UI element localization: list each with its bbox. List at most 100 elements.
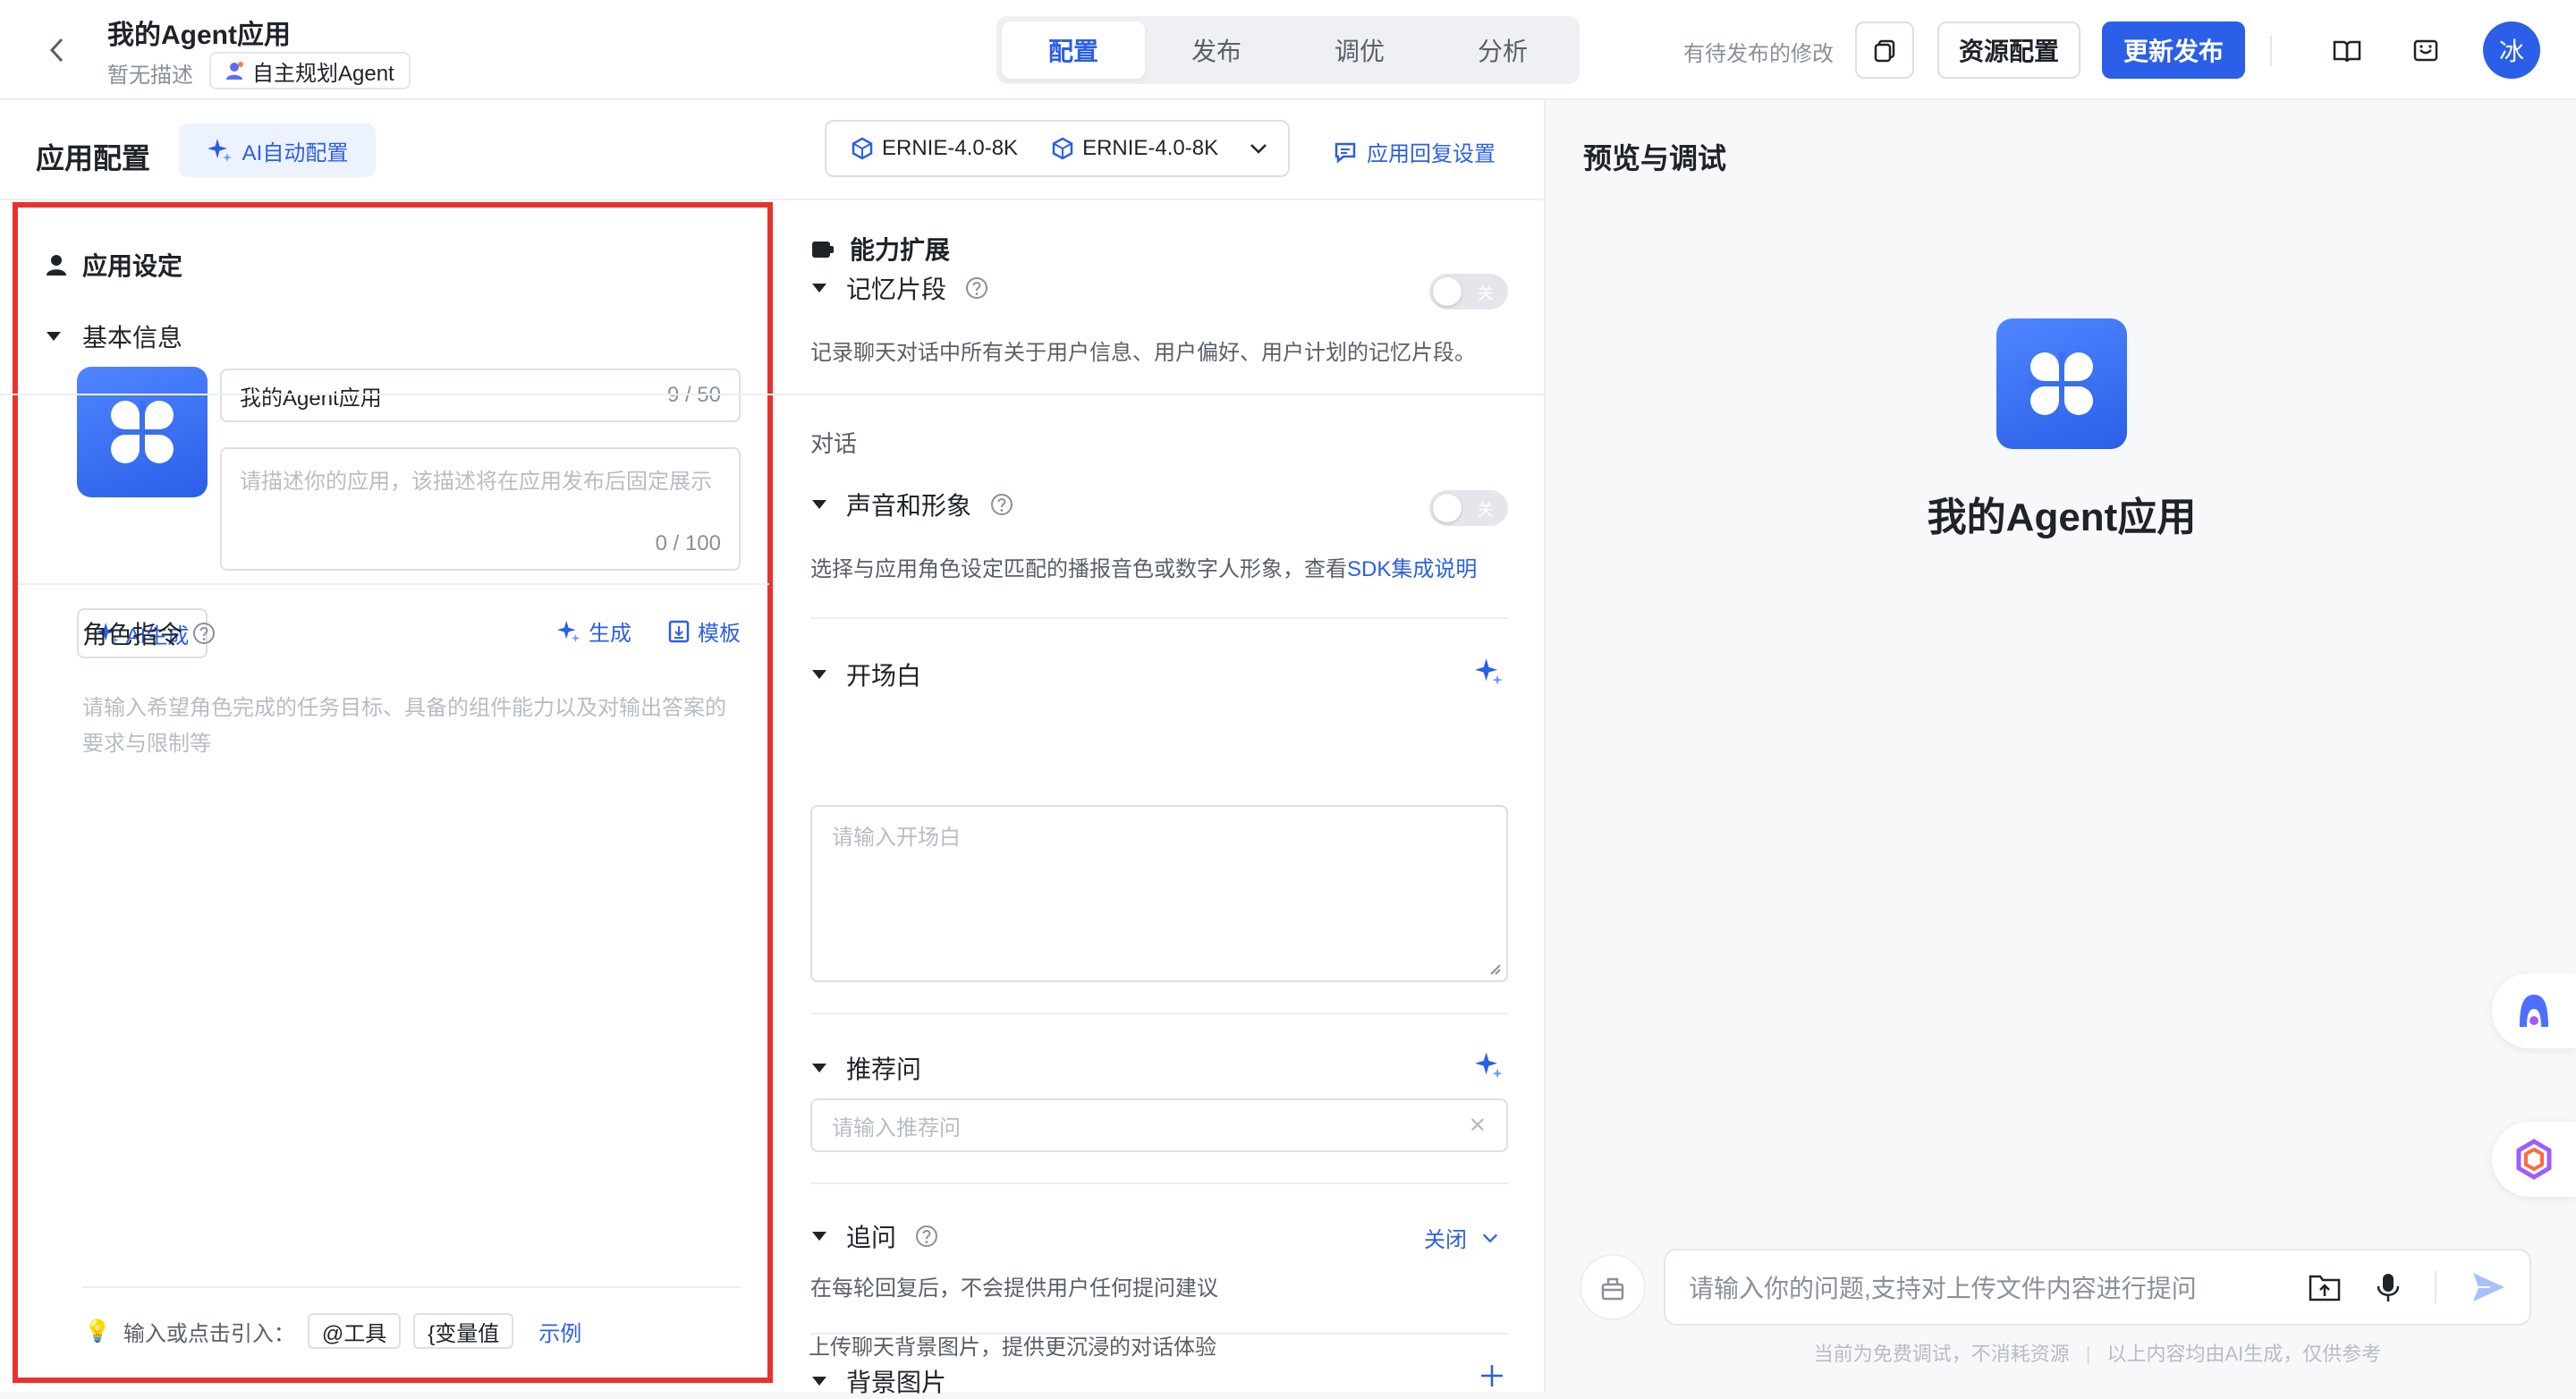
feedback-button[interactable] [2408,34,2444,70]
header-divider [2270,36,2272,66]
app-desc-input[interactable]: 请描述你的应用，该描述将在应用发布后固定展示 0 / 100 [220,447,741,571]
app-name-input[interactable]: 我的Agent应用 9 / 50 [220,369,741,422]
app-desc-count: 0 / 100 [655,531,721,555]
assistant-float-button[interactable] [2492,973,2576,1048]
hexagon-logo-icon [2516,1139,2552,1180]
microphone-icon[interactable] [2376,1271,2401,1303]
broom-icon [1601,1277,1624,1301]
opening-placeholder: 请输入开场白 [832,826,961,850]
app-setting-title: 应用设定 [82,252,183,280]
memory-switch[interactable]: 关 [1429,274,1508,309]
background-toggle-row[interactable]: 背景图片 [810,1363,946,1399]
help-icon[interactable] [914,1224,939,1249]
switch-knob [1433,277,1462,306]
chat-input-placeholder: 请输入你的问题,支持对上传文件内容进行提问 [1689,1275,2197,1302]
basic-info-title: 基本信息 [82,324,183,352]
upload-file-icon[interactable] [2308,1271,2342,1303]
followup-status-select[interactable]: 关闭 [1424,1222,1499,1253]
tab-publish[interactable]: 发布 [1145,21,1288,79]
user-avatar[interactable]: 冰 [2483,21,2540,79]
chevron-down-icon [1250,144,1267,154]
chat-input[interactable]: 请输入你的问题,支持对上传文件内容进行提问 [1664,1249,2531,1326]
help-icon[interactable] [191,621,216,646]
recommend-placeholder: 请输入推荐问 [832,1115,961,1140]
config-divider [0,199,1546,200]
copy-button[interactable] [1855,21,1914,79]
app-icon[interactable] [77,367,208,497]
voice-desc: 选择与应用角色设定匹配的播报音色或数字人形象，查看SDK集成说明 [810,551,1477,582]
tab-analysis[interactable]: 分析 [1431,21,1574,79]
memory-toggle-row[interactable]: 记忆片段 [810,270,989,306]
sparkle-icon [207,139,232,162]
caret-down-icon [812,1232,826,1241]
role-template-button[interactable]: 模板 [667,615,741,647]
caret-down-icon [47,332,61,341]
switch-knob [1433,494,1462,522]
voice-toggle-row[interactable]: 声音和形象 [810,487,1014,522]
sparkle-icon[interactable] [1474,1050,1504,1081]
help-icon[interactable] [989,492,1014,517]
chevron-left-icon [49,38,64,63]
app-name-count: 9 / 50 [666,383,721,407]
back-button[interactable] [39,32,75,68]
app-description: 暂无描述 [107,64,193,88]
caret-down-icon [812,670,826,679]
plugin-float-button[interactable] [2492,1122,2576,1197]
model-select[interactable]: ERNIE-4.0-8K ERNIE-4.0-8K [825,120,1290,177]
recommend-divider [810,1183,1508,1184]
agent-type-tag: 自主规划Agent [209,52,411,89]
docs-button[interactable] [2329,34,2365,70]
recommend-toggle-row[interactable]: 推荐问 [810,1050,921,1086]
ability-title: 能力扩展 [850,236,951,264]
caret-down-icon [812,500,826,509]
insert-variable-chip[interactable]: {变量值 [413,1313,514,1349]
example-link[interactable]: 示例 [538,1316,581,1347]
ai-auto-config-button[interactable]: AI自动配置 [179,123,376,177]
sparkle-icon[interactable] [1474,657,1504,687]
feedback-icon [2413,39,2438,62]
voice-switch[interactable]: 关 [1429,490,1508,526]
update-publish-button[interactable]: 更新发布 [2102,21,2245,79]
app-setting-section: 应用设定 基本信息 AI生成 我的Agent应用 9 / 50 请描述你的应用，… [13,202,773,1383]
model-cube-icon [852,137,873,160]
book-icon [2333,40,2361,63]
clear-chat-button[interactable] [1580,1254,1646,1320]
tab-tune[interactable]: 调优 [1288,21,1431,79]
plugin-icon [812,242,834,258]
caret-down-icon [812,1377,826,1386]
reply-settings-link[interactable]: 应用回复设置 [1333,136,1496,167]
plus-icon[interactable] [1479,1363,1504,1388]
opening-toggle-row[interactable]: 开场白 [810,657,921,692]
followup-toggle-row[interactable]: 追问 [810,1218,939,1254]
sdk-doc-link[interactable]: SDK集成说明 [1347,557,1477,581]
memory-switch-label: 关 [1478,284,1494,302]
resource-config-button[interactable]: 资源配置 [1937,21,2080,79]
ai-auto-config-label: AI自动配置 [242,140,349,165]
chat-input-tools [2308,1270,2506,1304]
insert-tool-chip[interactable]: @工具 [307,1313,402,1349]
role-generate-button[interactable]: 生成 [556,615,631,647]
resize-handle-icon[interactable] [1487,961,1501,975]
dialog-section-title: 对话 [810,430,858,457]
tab-config[interactable]: 配置 [1002,21,1145,79]
role-instruction-actions: 生成 模板 [556,615,741,647]
pending-changes-text: 有待发布的修改 [1683,42,1834,66]
app-logo-icon [2030,352,2093,415]
clear-icon[interactable]: ✕ [1469,1113,1487,1139]
preview-app-name: 我的Agent应用 [1927,496,2197,539]
send-icon[interactable] [2470,1270,2506,1304]
opening-textarea[interactable]: 请输入开场白 [810,805,1508,982]
caret-down-icon [812,1064,826,1073]
reply-settings-label: 应用回复设置 [1367,142,1496,166]
role-instruction-input[interactable]: 请输入希望角色完成的任务目标、具备的组件能力以及对输出答案的要求与限制等 [82,691,735,762]
app-desc-placeholder: 请描述你的应用，该描述将在应用发布后固定展示 [240,470,712,494]
followup-status: 关闭 [1424,1228,1467,1252]
recommend-input[interactable]: 请输入推荐问 ✕ [810,1098,1508,1152]
memory-label: 记忆片段 [846,276,947,303]
basic-info-divider [18,583,769,585]
reference-label: 输入或点击引入： [123,1321,295,1346]
basic-info-toggle[interactable]: 基本信息 [45,318,182,354]
help-icon[interactable] [964,276,989,301]
model-name-2: ERNIE-4.0-8K [1082,136,1219,160]
assistant-icon [2520,995,2548,1027]
